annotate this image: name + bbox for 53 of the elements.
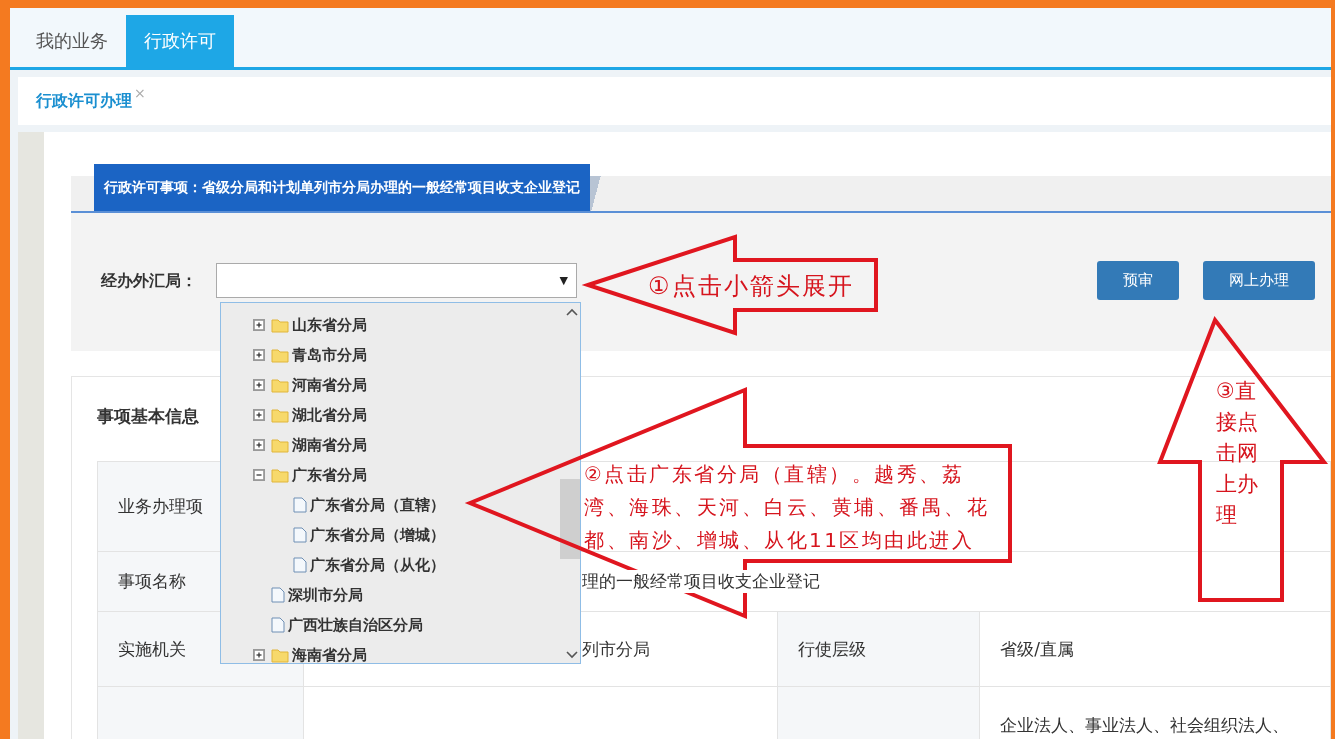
folder-icon	[271, 467, 289, 483]
action-button[interactable]: 网上办理	[1203, 261, 1315, 300]
expand-icon[interactable]	[253, 649, 265, 661]
tree-item[interactable]: 青岛市分局	[292, 345, 367, 365]
table-cell: 行使层级	[797, 638, 866, 659]
tree-item[interactable]: 广东省分局（增城）	[310, 525, 445, 545]
annotation-text: ③直接点击网上办理	[1216, 378, 1259, 529]
scroll-up-icon[interactable]	[566, 308, 578, 316]
field-label: 经办外汇局：	[101, 270, 198, 292]
expand-icon[interactable]	[253, 409, 265, 421]
tree-item[interactable]: 广西壮族自治区分局	[288, 615, 423, 635]
card-title: 事项基本信息	[97, 404, 199, 428]
folder-icon	[271, 437, 289, 453]
document-icon	[293, 497, 307, 513]
table-cell: 事项名称	[118, 571, 186, 591]
table-cell: 省级/直属	[1000, 638, 1074, 659]
annotation-text: ①点击小箭头展开	[648, 271, 855, 302]
folder-icon	[271, 407, 289, 423]
collapse-icon[interactable]	[253, 469, 265, 481]
tree-item[interactable]: 湖北省分局	[292, 405, 367, 425]
folder-icon	[271, 347, 289, 363]
nav-tab[interactable]: 我的业务	[18, 15, 126, 67]
tree-item[interactable]: 海南省分局	[292, 645, 367, 663]
folder-icon	[271, 647, 289, 663]
tree-item[interactable]: 广东省分局（从化）	[310, 555, 445, 575]
scrollbar-thumb[interactable]	[560, 479, 580, 559]
expand-icon[interactable]	[253, 319, 265, 331]
expand-icon[interactable]	[253, 439, 265, 451]
tree-item[interactable]: 广东省分局（直辖）	[310, 495, 445, 515]
section-header: 行政许可事项：省级分局和计划单列市分局办理的一般经常项目收支企业登记	[94, 164, 590, 211]
tree-item[interactable]: 广东省分局	[292, 465, 367, 485]
tree-item[interactable]: 湖南省分局	[292, 435, 367, 455]
tab-corner	[590, 176, 602, 211]
tree-item[interactable]: 深圳市分局	[288, 585, 363, 605]
expand-icon[interactable]	[253, 349, 265, 361]
folder-icon	[271, 317, 289, 333]
tree-item[interactable]: 河南省分局	[292, 375, 367, 395]
scroll-down-icon[interactable]	[566, 651, 578, 659]
document-icon	[271, 587, 285, 603]
table-cell: 列市分局	[581, 637, 650, 661]
tree-item[interactable]: 山东省分局	[292, 315, 367, 335]
page-tab[interactable]: 行政许可办理	[36, 90, 132, 112]
table-cell: 实施机关	[118, 638, 186, 659]
bureau-select[interactable]: ▼	[216, 263, 577, 298]
expand-icon[interactable]	[253, 379, 265, 391]
table-cell: 业务办理项	[118, 496, 203, 516]
document-icon	[293, 527, 307, 543]
action-button[interactable]: 预审	[1097, 261, 1179, 300]
document-icon	[293, 557, 307, 573]
folder-icon	[271, 377, 289, 393]
document-icon	[271, 617, 285, 633]
table-cell: 理的一般经常项目收支企业登记	[581, 570, 820, 593]
annotation-text: ②点击广东省分局（直辖）。越秀、荔湾、海珠、天河、白云、黄埔、番禺、花都、南沙、增城、从化11区均由此进入	[584, 461, 990, 554]
